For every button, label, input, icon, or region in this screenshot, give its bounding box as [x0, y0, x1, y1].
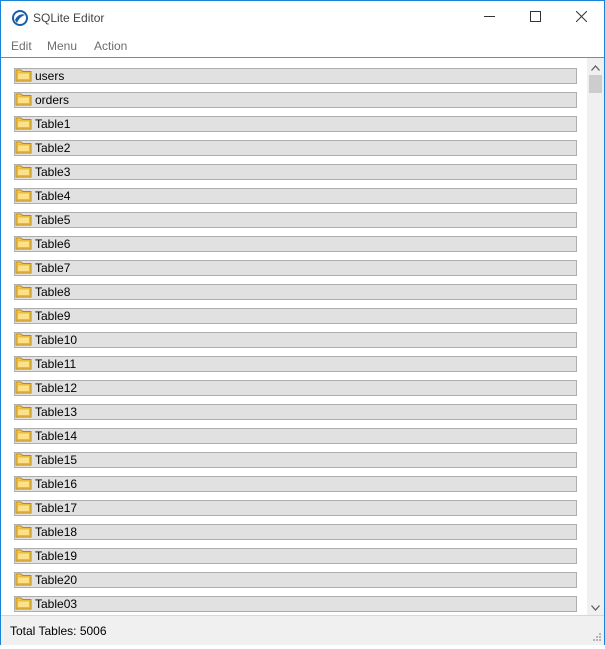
- minimize-button[interactable]: [466, 1, 512, 35]
- table-row[interactable]: Table13: [14, 404, 577, 420]
- folder-icon: [15, 211, 33, 227]
- title-bar[interactable]: SQLite Editor: [1, 1, 604, 35]
- window-title: SQLite Editor: [33, 11, 105, 25]
- table-row-label: Table13: [35, 405, 78, 419]
- menu-action[interactable]: Action: [94, 39, 127, 53]
- table-row-label: Table14: [35, 429, 78, 443]
- total-tables-status: Total Tables: 5006: [10, 624, 107, 638]
- table-list: users orders Table1 Table2 Table3 Table4 Table…: [1, 58, 587, 615]
- scroll-up-button[interactable]: [587, 58, 604, 75]
- folder-icon: [15, 379, 33, 395]
- folder-icon: [15, 571, 33, 587]
- table-row[interactable]: users: [14, 68, 577, 84]
- folder-icon: [15, 427, 33, 443]
- table-row-label: Table17: [35, 501, 78, 515]
- folder-icon: [15, 331, 33, 347]
- table-row-label: Table8: [35, 285, 71, 299]
- folder-icon: [15, 163, 33, 179]
- table-row[interactable]: Table11: [14, 356, 577, 372]
- table-row-label: Table3: [35, 165, 71, 179]
- table-row[interactable]: Table16: [14, 476, 577, 492]
- vertical-scrollbar[interactable]: [587, 58, 604, 615]
- table-row-label: users: [35, 69, 65, 83]
- folder-icon: [15, 115, 33, 131]
- menu-menu[interactable]: Menu: [47, 39, 77, 53]
- table-row[interactable]: Table10: [14, 332, 577, 348]
- folder-icon: [15, 187, 33, 203]
- table-row[interactable]: Table15: [14, 452, 577, 468]
- folder-icon: [15, 403, 33, 419]
- scroll-thumb[interactable]: [589, 75, 602, 93]
- table-row[interactable]: Table03: [14, 596, 577, 612]
- minimize-icon: [483, 9, 495, 27]
- table-row-label: Table6: [35, 237, 71, 251]
- table-row[interactable]: Table12: [14, 380, 577, 396]
- table-row-label: Table2: [35, 141, 71, 155]
- folder-icon: [15, 307, 33, 323]
- status-bar: Total Tables: 5006: [1, 615, 604, 645]
- close-button[interactable]: [558, 1, 604, 35]
- folder-icon: [15, 451, 33, 467]
- sqlite-app-icon: [11, 9, 29, 27]
- table-row-label: Table1: [35, 117, 71, 131]
- resize-grip-icon[interactable]: [590, 631, 602, 643]
- folder-icon: [15, 595, 33, 611]
- table-row-label: Table5: [35, 213, 71, 227]
- folder-icon: [15, 259, 33, 275]
- folder-icon: [15, 523, 33, 539]
- table-row-label: orders: [35, 93, 70, 107]
- table-row-label: Table11: [35, 357, 77, 371]
- folder-icon: [15, 91, 33, 107]
- table-row[interactable]: Table17: [14, 500, 577, 516]
- table-row-label: Table9: [35, 309, 71, 323]
- table-row[interactable]: Table20: [14, 572, 577, 588]
- chevron-down-icon: [591, 598, 600, 616]
- folder-icon: [15, 475, 33, 491]
- table-row[interactable]: Table2: [14, 140, 577, 156]
- maximize-icon: [529, 9, 541, 27]
- chevron-up-icon: [591, 58, 600, 76]
- table-row-label: Table10: [35, 333, 78, 347]
- table-row-label: Table16: [35, 477, 78, 491]
- app-window: SQLite Editor Edit Menu Action users orde…: [0, 0, 605, 645]
- table-row[interactable]: Table19: [14, 548, 577, 564]
- table-row[interactable]: Table8: [14, 284, 577, 300]
- table-row[interactable]: Table3: [14, 164, 577, 180]
- table-row-label: Table20: [35, 573, 78, 587]
- table-row[interactable]: Table9: [14, 308, 577, 324]
- table-row-label: Table7: [35, 261, 71, 275]
- table-row-label: Table03: [35, 597, 78, 611]
- folder-icon: [15, 283, 33, 299]
- close-icon: [575, 9, 587, 27]
- table-row[interactable]: Table14: [14, 428, 577, 444]
- table-row[interactable]: Table18: [14, 524, 577, 540]
- table-row[interactable]: orders: [14, 92, 577, 108]
- folder-icon: [15, 67, 33, 83]
- scroll-down-button[interactable]: [587, 598, 604, 615]
- menu-bar: Edit Menu Action: [1, 35, 604, 57]
- table-row-label: Table15: [35, 453, 78, 467]
- table-row-label: Table12: [35, 381, 78, 395]
- folder-icon: [15, 355, 33, 371]
- table-row[interactable]: Table5: [14, 212, 577, 228]
- folder-icon: [15, 499, 33, 515]
- maximize-button[interactable]: [512, 1, 558, 35]
- table-row[interactable]: Table6: [14, 236, 577, 252]
- table-row[interactable]: Table4: [14, 188, 577, 204]
- table-row-label: Table19: [35, 549, 78, 563]
- table-row[interactable]: Table7: [14, 260, 577, 276]
- table-row[interactable]: Table1: [14, 116, 577, 132]
- folder-icon: [15, 139, 33, 155]
- table-row-label: Table4: [35, 189, 71, 203]
- menu-edit[interactable]: Edit: [11, 39, 32, 53]
- folder-icon: [15, 235, 33, 251]
- table-row-label: Table18: [35, 525, 78, 539]
- folder-icon: [15, 547, 33, 563]
